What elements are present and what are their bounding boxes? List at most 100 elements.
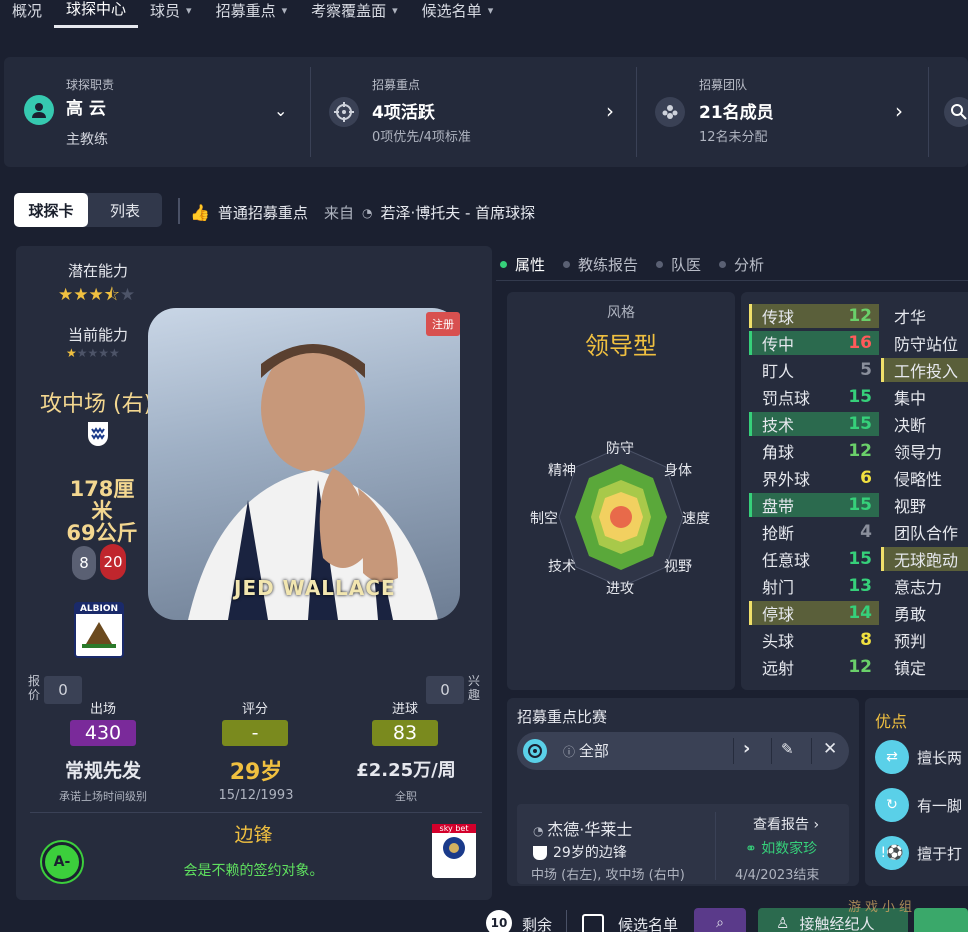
scout-caption: 球探职责: [66, 78, 115, 92]
attribute-row[interactable]: 抢断 4: [749, 520, 879, 544]
radar-label-vision: 视野: [664, 559, 692, 575]
chevron-down-icon[interactable]: ⌄: [274, 101, 287, 120]
attribute-row[interactable]: 工作投入: [881, 358, 968, 382]
match-result-card[interactable]: ◔ 杰德·华莱士 29岁的边锋 中场 (右左), 攻中场 (右中) 查看报告 ›…: [517, 804, 849, 884]
attribute-row[interactable]: 传中 16: [749, 331, 879, 355]
attribute-row[interactable]: 停球 14: [749, 601, 879, 625]
shortlist-label: 候选名单: [618, 916, 679, 932]
close-icon[interactable]: ✕: [823, 739, 837, 759]
strength-item[interactable]: !⚽ 擅于打: [875, 836, 962, 870]
person-icon: [24, 95, 54, 125]
attribute-name: 视野: [894, 497, 927, 516]
chevron-down-icon: ▾: [281, 3, 288, 17]
view-report-link[interactable]: 查看报告 ›: [753, 814, 819, 834]
search-icon[interactable]: [944, 97, 968, 127]
goals-value: 83: [372, 720, 438, 746]
attribute-row[interactable]: 才华: [881, 304, 968, 328]
strength-item[interactable]: ↻ 有一脚: [875, 788, 962, 822]
attribute-name: 界外球: [762, 470, 811, 489]
recruitment-team-summary[interactable]: 招募团队 21名成员 12名未分配 ›: [637, 57, 927, 167]
nav-coverage[interactable]: 考察覆盖面 ▾: [299, 0, 410, 20]
attribute-name: 集中: [894, 389, 927, 408]
tab-attributes[interactable]: 属性: [500, 250, 545, 278]
attribute-name: 抢断: [762, 524, 795, 543]
nav-scouting-center[interactable]: 球探中心: [54, 0, 139, 28]
tab-coach-report[interactable]: 教练报告: [563, 250, 638, 278]
toggle-list[interactable]: 列表: [88, 193, 162, 227]
attribute-row[interactable]: 盘带 15: [749, 493, 879, 517]
attribute-name: 罚点球: [762, 389, 811, 408]
current-stars: ★★★★★: [66, 346, 120, 360]
attribute-row[interactable]: 无球跑动: [881, 547, 968, 571]
scout-responsibility[interactable]: 球探职责 高 云 主教练 ⌄: [4, 57, 310, 167]
team-value: 21名成员: [699, 103, 774, 123]
recruitment-focus-summary[interactable]: 招募重点 4项活跃 0项优先/4项标准 ›: [311, 57, 636, 167]
team-caption: 招募团队: [699, 78, 748, 92]
attribute-name: 头球: [762, 632, 795, 651]
attribute-row[interactable]: 集中: [881, 385, 968, 409]
playing-time-caption: 承诺上场时间级别: [59, 790, 147, 803]
nav-players[interactable]: 球员 ▾: [138, 0, 204, 20]
shortlist-checkbox[interactable]: [582, 914, 604, 932]
chevron-right-icon[interactable]: ›: [606, 99, 614, 123]
attribute-name: 防守站位: [894, 335, 959, 354]
attribute-row[interactable]: 远射 12: [749, 655, 879, 679]
search-button[interactable]: ⌕: [694, 908, 746, 932]
action-button[interactable]: [914, 908, 968, 932]
attribute-row[interactable]: 预判: [881, 628, 968, 652]
attribute-name: 决断: [894, 416, 927, 435]
strength-item[interactable]: ⇄ 擅长两: [875, 740, 962, 774]
recruit-focus-label[interactable]: 普通招募重点: [218, 202, 308, 223]
attribute-name: 领导力: [894, 443, 943, 462]
recommended-by[interactable]: 若泽·博托夫 - 首席球探: [380, 202, 535, 223]
contact-agent-label: 接触经纪人: [799, 914, 875, 932]
attribute-row[interactable]: 镇定: [881, 655, 968, 679]
strengths-panel: 优点 ⇄ 擅长两 ↻ 有一脚 !⚽ 擅于打: [865, 698, 968, 886]
attribute-name: 远射: [762, 659, 795, 678]
attribute-row[interactable]: 领导力: [881, 439, 968, 463]
edit-icon[interactable]: ✎: [781, 740, 794, 758]
attribute-row[interactable]: 角球 12: [749, 439, 879, 463]
filter-dropdown[interactable]: ⓘ 全部: [563, 740, 609, 761]
attribute-row[interactable]: 视野: [881, 493, 968, 517]
attribute-row[interactable]: 勇敢: [881, 601, 968, 625]
attributes-panel: 传球 12 传中 16 盯人 5 罚点球 15 技术 15 角球 12 界外球 6 盘带 15 抢断 4 任意球 15…: [741, 292, 968, 690]
chevron-right-icon[interactable]: ›: [743, 738, 750, 759]
attribute-row[interactable]: 侵略性: [881, 466, 968, 490]
nav-shortlist[interactable]: 候选名单 ▾: [410, 0, 506, 20]
attribute-row[interactable]: 传球 12: [749, 304, 879, 328]
attribute-row[interactable]: 团队合作: [881, 520, 968, 544]
attribute-row[interactable]: 头球 8: [749, 628, 879, 652]
scout-name: 高 云: [66, 99, 106, 119]
chevron-right-icon[interactable]: ›: [895, 99, 903, 123]
attribute-row[interactable]: 盯人 5: [749, 358, 879, 382]
player-position: 攻中场 (右): [40, 392, 153, 417]
appearances-label: 出场: [90, 702, 117, 717]
view-report-label: 查看报告: [753, 817, 809, 833]
attribute-row[interactable]: 决断: [881, 412, 968, 436]
interest-value: 0: [426, 676, 464, 704]
focus-filter: ⓘ 全部 › ✎ ✕: [517, 732, 849, 770]
nav-overview[interactable]: 概况: [0, 0, 54, 20]
contract-type: 全职: [395, 790, 417, 803]
attribute-row[interactable]: 界外球 6: [749, 466, 879, 490]
remaining-count: 10: [486, 910, 512, 932]
attribute-row[interactable]: 防守站位: [881, 331, 968, 355]
player-weight: 69公斤: [66, 521, 138, 545]
tab-label: 属性: [515, 255, 546, 274]
rating-value: -: [222, 720, 288, 746]
attribute-name: 工作投入: [894, 362, 959, 381]
bottom-action-bar: 10 剩余 候选名单 ⌕ ♙ 接触经纪人 游戏小组: [0, 900, 968, 932]
attribute-row[interactable]: 射门 13: [749, 574, 879, 598]
remaining-label: 剩余: [522, 916, 553, 932]
toggle-scout-card[interactable]: 球探卡: [14, 193, 88, 227]
tab-medical[interactable]: 队医: [656, 250, 701, 278]
attribute-row[interactable]: 技术 15: [749, 412, 879, 436]
attribute-row[interactable]: 意志力: [881, 574, 968, 598]
appearances-value: 430: [70, 720, 136, 746]
attribute-row[interactable]: 任意球 15: [749, 547, 879, 571]
tab-analysis[interactable]: 分析: [719, 250, 764, 278]
player-dob: 15/12/1993: [218, 788, 294, 803]
nav-recruitment-focus[interactable]: 招募重点 ▾: [204, 0, 300, 20]
attribute-row[interactable]: 罚点球 15: [749, 385, 879, 409]
